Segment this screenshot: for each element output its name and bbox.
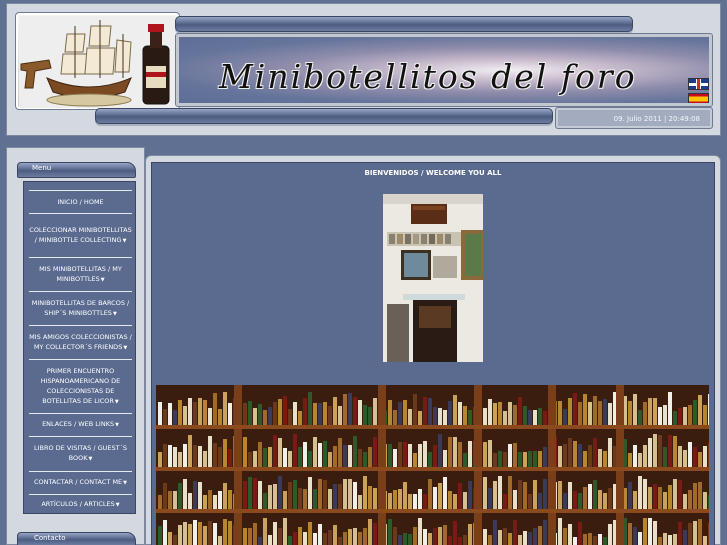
banner-image: Minibotellitos del foro xyxy=(179,37,709,103)
menu-item-web-links[interactable]: ENLACES / WEB LINKS▼ xyxy=(29,413,132,435)
menu-item-label: CONTACTAR / CONTACT ME▼ xyxy=(34,477,127,488)
menu-item-label: LIBRO DE VISITAS / GUEST´S BOOK▼ xyxy=(29,443,132,464)
menu-item-collecting[interactable]: COLECCIONAR MINIBOTELLITAS / MINIBOTTLE … xyxy=(29,213,132,256)
contact-header[interactable]: Contacto xyxy=(17,532,136,545)
menu-item-guest-book[interactable]: LIBRO DE VISITAS / GUEST´S BOOK▼ xyxy=(29,436,132,470)
menu-item-label: MIS AMIGOS COLECCIONISTAS / MY COLLECTOR… xyxy=(29,332,132,353)
collection-photo-image xyxy=(156,385,709,545)
main-content-frame: BIENVENIDOS / WELCOME YOU ALL xyxy=(145,155,721,545)
menu-item-text: PRIMER ENCUENTRO HISPANOAMERICANO DE COL… xyxy=(40,366,121,405)
menu-item-home[interactable]: INICIO / HOME xyxy=(29,190,132,212)
date-time-display: 09. Julio 2011 | 20:49:08 xyxy=(555,107,713,129)
menu-item-text: MIS MINIBOTELLITAS / MY MINIBOTTLES xyxy=(39,264,122,283)
menu-panel: INICIO / HOME COLECCIONAR MINIBOTELLITAS… xyxy=(23,181,136,514)
welcome-heading: BIENVENIDOS / WELCOME YOU ALL xyxy=(364,169,502,177)
menu-item-text: CONTACTAR / CONTACT ME xyxy=(33,478,123,486)
menu-item-text: COLECCIONAR MINIBOTELLITAS / MINIBOTTLE … xyxy=(29,225,132,244)
menu-item-label: ENLACES / WEB LINKS▼ xyxy=(42,419,119,430)
menu-item-label: INICIO / HOME xyxy=(57,197,104,206)
submenu-arrow-icon: ▼ xyxy=(122,237,127,244)
menu-item-label: MIS MINIBOTELLITAS / MY MINIBOTTLES▼ xyxy=(29,264,132,285)
submenu-arrow-icon: ▼ xyxy=(115,422,119,428)
header-bottom-bar xyxy=(95,108,553,124)
menu-item-text: LIBRO DE VISITAS / GUEST´S BOOK xyxy=(33,444,127,462)
english-flag-icon[interactable] xyxy=(688,78,709,90)
ship-bottle-icon xyxy=(19,16,177,108)
menu-item-articles[interactable]: ARTÍCULOS / ARTICLES▼ xyxy=(29,494,132,514)
menu-item-contact-me[interactable]: CONTACTAR / CONTACT ME▼ xyxy=(29,471,132,493)
menu-item-label: MINIBOTELLITAS DE BARCOS / SHIP´S MINIBO… xyxy=(29,298,132,319)
submenu-arrow-icon: ▼ xyxy=(123,344,128,351)
room-photo-image xyxy=(383,194,483,362)
banner: Minibotellitos del foro xyxy=(175,33,713,107)
menu-item-collectors-friends[interactable]: MIS AMIGOS COLECCIONISTAS / MY COLLECTOR… xyxy=(29,325,132,358)
collection-photo xyxy=(156,385,709,545)
logo-image xyxy=(15,12,180,110)
header-top-bar xyxy=(175,16,633,32)
site-header: Minibotellitos del foro 09. Julio 2011 |… xyxy=(6,3,721,136)
menu-item-text: ARTÍCULOS / ARTICLES xyxy=(41,500,115,508)
menu-item-label: ARTÍCULOS / ARTICLES▼ xyxy=(41,499,119,510)
submenu-arrow-icon: ▼ xyxy=(88,456,93,462)
menu-item-ships-minibottles[interactable]: MINIBOTELLITAS DE BARCOS / SHIP´S MINIBO… xyxy=(29,291,132,324)
site-title: Minibotellitos del foro xyxy=(219,57,637,96)
submenu-arrow-icon: ▼ xyxy=(112,310,117,317)
submenu-arrow-icon: ▼ xyxy=(123,480,128,486)
main-content: BIENVENIDOS / WELCOME YOU ALL xyxy=(151,162,715,545)
menu-header: Menu xyxy=(17,162,136,178)
submenu-arrow-icon: ▼ xyxy=(100,276,105,283)
menu-item-text: ENLACES / WEB LINKS xyxy=(42,420,115,428)
menu-item-first-meeting[interactable]: PRIMER ENCUENTRO HISPANOAMERICANO DE COL… xyxy=(29,359,132,412)
menu-item-my-minibottles[interactable]: MIS MINIBOTELLITAS / MY MINIBOTTLES▼ xyxy=(29,257,132,290)
menu-item-label: COLECCIONAR MINIBOTELLITAS / MINIBOTTLE … xyxy=(29,225,132,246)
menu-item-label: PRIMER ENCUENTRO HISPANOAMERICANO DE COL… xyxy=(29,366,132,407)
room-photo xyxy=(383,194,483,362)
spanish-flag-icon[interactable] xyxy=(688,93,709,103)
menu-item-text: MIS AMIGOS COLECCIONISTAS / MY COLLECTOR… xyxy=(29,332,132,351)
submenu-arrow-icon: ▼ xyxy=(115,502,120,508)
submenu-arrow-icon: ▼ xyxy=(114,398,119,405)
sidebar: Menu INICIO / HOME COLECCIONAR MINIBOTEL… xyxy=(6,147,145,545)
